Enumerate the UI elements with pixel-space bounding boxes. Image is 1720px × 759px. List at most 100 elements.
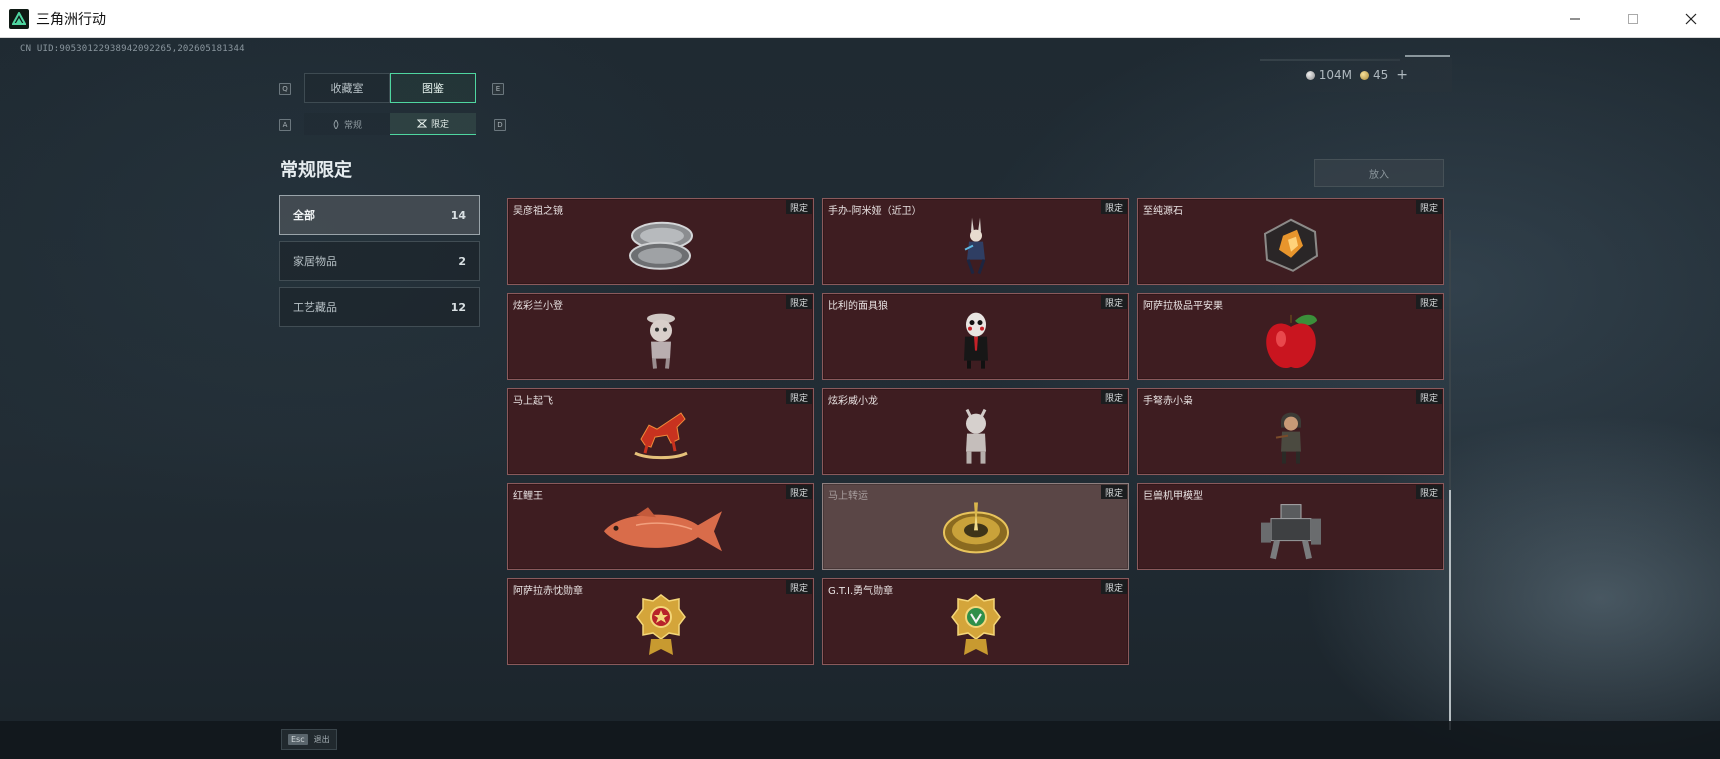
item-card[interactable]: 手弩赤小枭 限定: [1137, 388, 1444, 475]
item-name: 手弩赤小枭: [1143, 396, 1193, 407]
sidebar-item-count: 2: [458, 254, 466, 268]
primary-tabs: 收藏室 图鉴: [304, 73, 476, 103]
limited-tag: 限定: [785, 200, 812, 214]
gold-coin-icon: [1359, 70, 1369, 80]
item-name: 至纯源石: [1143, 206, 1183, 217]
item-name: 阿萨拉极品平安果: [1143, 301, 1223, 312]
sidebar-item-home[interactable]: 家居物品 2: [279, 241, 480, 281]
esc-key-icon: Esc: [288, 734, 308, 745]
item-card[interactable]: G.T.I.勇气勋章 限定: [822, 578, 1129, 665]
mech-model-icon: [1260, 503, 1321, 559]
tab-regular-label: 常规: [343, 120, 362, 131]
item-name: 马上转运: [828, 491, 868, 502]
flame-icon: [333, 119, 339, 129]
gold-currency: 45 +: [1359, 67, 1408, 83]
item-name: 炫彩威小龙: [828, 396, 878, 407]
red-apple-icon: [1265, 314, 1317, 368]
figurine-amiya-icon: [964, 217, 985, 274]
maximize-icon: [1628, 14, 1638, 24]
minimize-button[interactable]: [1546, 0, 1604, 38]
currency-bar: 104M 45 +: [1262, 58, 1452, 92]
exit-label: 退出: [313, 735, 330, 744]
item-card[interactable]: 马上转运 限定: [822, 483, 1129, 570]
close-icon: [1685, 13, 1697, 25]
item-card[interactable]: 阿萨拉赤忱勋章 限定: [507, 578, 814, 665]
item-name: 红鲤王: [513, 491, 543, 502]
item-card[interactable]: 炫彩威小龙 限定: [822, 388, 1129, 475]
add-currency-button[interactable]: +: [1396, 67, 1408, 83]
sidebar-item-craft[interactable]: 工艺藏品 12: [279, 287, 480, 327]
grid-scrollbar[interactable]: [1449, 230, 1451, 730]
game-viewport: CN UID:905301229389420922​65,20260518134…: [0, 38, 1720, 759]
limited-tag: 限定: [1100, 485, 1127, 499]
secondary-tabs: 常规 限定: [304, 113, 476, 135]
item-card[interactable]: 红鲤王 限定: [507, 483, 814, 570]
limited-icon: [416, 119, 427, 128]
bottom-bar: Esc 退出: [0, 721, 1720, 759]
limited-tag: 限定: [785, 295, 812, 309]
item-card[interactable]: 巨兽机甲模型 限定: [1137, 483, 1444, 570]
item-name: 马上起飞: [513, 396, 553, 407]
item-card[interactable]: 至纯源石 限定: [1137, 198, 1444, 285]
item-name: 手办-阿米娅（近卫）: [828, 206, 922, 217]
sidebar-item-label: 全部: [293, 209, 315, 222]
item-name: 比利的面具狼: [828, 301, 888, 312]
item-name: 阿萨拉赤忱勋章: [513, 586, 583, 597]
exit-button[interactable]: Esc 退出: [281, 729, 337, 750]
item-name: G.T.I.勇气勋章: [828, 586, 894, 597]
limited-tag: 限定: [1100, 580, 1127, 594]
limited-tag: 限定: [1415, 200, 1442, 214]
item-card[interactable]: 马上起飞 限定: [507, 388, 814, 475]
minimize-icon: [1570, 18, 1580, 20]
billy-puppet-icon: [963, 312, 988, 369]
silver-coin-icon: [1305, 70, 1315, 80]
uid-text: CN UID:905301229389420922​65,20260518134…: [20, 44, 245, 54]
limited-tag: 限定: [1100, 295, 1127, 309]
limited-tag: 限定: [785, 580, 812, 594]
figurine-dragon-icon: [965, 408, 986, 464]
originium-crystal-icon: [1263, 218, 1318, 272]
limited-tag: 限定: [1100, 200, 1127, 214]
tab-limited[interactable]: 限定: [390, 113, 476, 135]
item-card[interactable]: 炫彩兰小登 限定: [507, 293, 814, 380]
tab-limited-label: 限定: [430, 120, 449, 130]
koi-fish-icon: [603, 506, 722, 551]
item-card[interactable]: 比利的面具狼 限定: [822, 293, 1129, 380]
limited-tag: 限定: [785, 485, 812, 499]
sidebar-item-count: 12: [450, 300, 466, 314]
silver-currency: 104M: [1305, 68, 1352, 82]
limited-tag: 限定: [1415, 295, 1442, 309]
put-in-button[interactable]: 放入: [1314, 159, 1444, 187]
limited-tag: 限定: [1415, 390, 1442, 404]
grid-scrollbar-thumb[interactable]: [1449, 490, 1451, 730]
maximize-button[interactable]: [1604, 0, 1662, 38]
section-title: 常规限定: [280, 160, 352, 181]
category-sidebar: 全部 14 家居物品 2 工艺藏品 12: [279, 195, 480, 333]
limited-tag: 限定: [785, 390, 812, 404]
gold-amount: 45: [1372, 68, 1389, 82]
item-card[interactable]: 吴彦祖之镜 限定: [507, 198, 814, 285]
gold-medal-red-icon: [635, 593, 686, 655]
item-card[interactable]: 手办-阿米娅（近卫） 限定: [822, 198, 1129, 285]
tab-collection-room[interactable]: 收藏室: [304, 73, 390, 103]
red-horse-icon: [633, 411, 688, 459]
figurine-doll-icon: [646, 313, 675, 369]
compact-mirror-icon: [628, 221, 693, 270]
golden-compass-icon: [942, 501, 1009, 553]
key-hint-q: Q: [279, 83, 291, 95]
item-card[interactable]: 阿萨拉极品平安果 限定: [1137, 293, 1444, 380]
sidebar-item-count: 14: [450, 208, 466, 222]
close-button[interactable]: [1662, 0, 1720, 38]
limited-tag: 限定: [1100, 390, 1127, 404]
silver-amount: 104M: [1318, 68, 1352, 82]
window-title: 三角洲行动: [36, 11, 106, 28]
tab-codex[interactable]: 图鉴: [390, 73, 476, 103]
sidebar-item-all[interactable]: 全部 14: [279, 195, 480, 235]
tab-regular[interactable]: 常规: [304, 113, 390, 135]
limited-tag: 限定: [1415, 485, 1442, 499]
sidebar-item-label: 家居物品: [293, 255, 337, 268]
key-hint-d: D: [494, 119, 506, 131]
key-hint-e: E: [492, 83, 504, 95]
window-titlebar: 三角洲行动: [0, 0, 1720, 38]
item-name: 巨兽机甲模型: [1143, 491, 1203, 502]
